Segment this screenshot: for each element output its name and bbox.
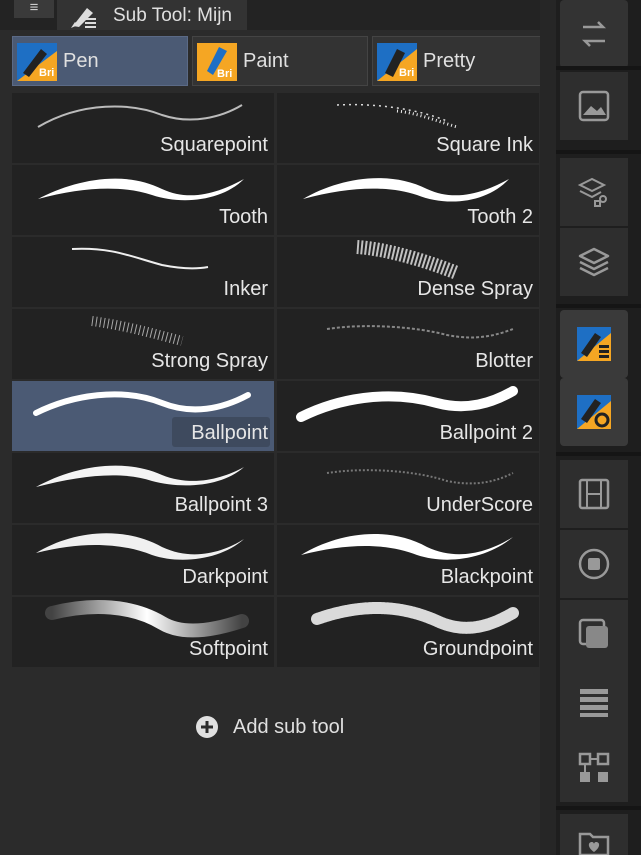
subtool-label: Strong Spray: [151, 350, 268, 372]
layer-list-icon: [580, 689, 608, 717]
pretty-group-icon: Bri: [377, 43, 417, 81]
subtool-panel-icon: [577, 327, 611, 361]
subtool-ballpoint-2[interactable]: Ballpoint 2: [277, 381, 539, 451]
pen-nib-icon: [71, 8, 96, 28]
swap-button[interactable]: [560, 0, 628, 68]
subtool-label: Groundpoint: [422, 638, 533, 660]
navigator-image-icon: [578, 90, 610, 122]
subtool-darkpoint[interactable]: Darkpoint: [12, 525, 274, 595]
color-slider-button[interactable]: [560, 600, 628, 668]
dock-separator: [556, 806, 641, 810]
layer-property-button[interactable]: [560, 158, 628, 226]
node-tree-icon: [578, 752, 610, 782]
layers-button[interactable]: [560, 228, 628, 296]
animation-filmstrip-icon: [578, 478, 610, 510]
group-label-paint: Paint: [243, 50, 289, 72]
subtool-tooth[interactable]: Tooth: [12, 165, 274, 235]
animation-button[interactable]: [560, 460, 628, 528]
subtool-blotter[interactable]: Blotter: [277, 309, 539, 379]
paint-group-icon: Bri: [197, 43, 237, 81]
subtool-dense-spray[interactable]: Dense Spray: [277, 237, 539, 307]
subtool-label: Softpoint: [189, 638, 268, 660]
subtool-label: Square Ink: [436, 134, 533, 156]
subtool-label: UnderScore: [426, 494, 533, 516]
panel-scrollbar[interactable]: [540, 0, 556, 855]
subtool-label: Inker: [223, 278, 268, 300]
subtool-groundpoint[interactable]: Groundpoint: [277, 597, 539, 667]
subtool-title-tab[interactable]: Sub Tool: Mijn: [57, 0, 247, 30]
dock-separator: [556, 452, 641, 456]
dock-separator: [556, 304, 641, 308]
color-wheel-button[interactable]: [560, 530, 628, 598]
group-tab-pen[interactable]: Bri Pen: [12, 36, 188, 86]
subtool-inker[interactable]: Inker: [12, 237, 274, 307]
node-tree-button[interactable]: [560, 734, 628, 802]
dock-separator: [556, 66, 641, 70]
subtool-ballpoint[interactable]: Ballpoint: [12, 381, 274, 451]
layers-icon: [578, 247, 610, 277]
subtool-underscore[interactable]: UnderScore: [277, 453, 539, 523]
subtool-label: Squarepoint: [160, 134, 268, 156]
color-circle-icon: [578, 548, 610, 580]
subtool-label: Ballpoint: [191, 422, 268, 444]
add-subtool-label: Add sub tool: [233, 716, 345, 738]
plus-circle-icon: [196, 716, 218, 738]
svg-text:Bri: Bri: [399, 67, 414, 79]
subtool-label: Tooth: [219, 206, 268, 228]
subtool-ballpoint-3[interactable]: Ballpoint 3: [12, 453, 274, 523]
pen-group-icon: Bri: [17, 43, 57, 81]
subtool-label: Blotter: [475, 350, 533, 372]
subtool-label: Ballpoint 3: [174, 494, 268, 516]
panel-titlebar: ≡ Sub Tool: Mijn: [0, 0, 556, 30]
material-button[interactable]: [560, 814, 628, 855]
panel-menu-button[interactable]: ≡: [14, 0, 54, 18]
color-square-icon: [578, 618, 608, 648]
svg-text:Bri: Bri: [39, 67, 54, 79]
subtool-panel-button[interactable]: [560, 310, 628, 378]
subtool-panel: ≡ Sub Tool: Mijn Bri Pen Bri Paint Bri P…: [0, 0, 556, 855]
subtool-squarepoint[interactable]: Squarepoint: [12, 93, 274, 163]
group-label-pretty: Pretty: [423, 50, 476, 72]
subtool-label: Dense Spray: [417, 278, 533, 300]
panel-title: Sub Tool: Mijn: [113, 5, 232, 26]
subtool-label: Ballpoint 2: [439, 422, 533, 444]
layer-property-icon: [577, 177, 607, 207]
right-dock: [556, 0, 641, 855]
subtool-label: Tooth 2: [467, 206, 533, 228]
swap-arrows-icon: [581, 21, 607, 47]
navigator-button[interactable]: [560, 72, 628, 140]
group-tab-pretty[interactable]: Bri Pretty: [372, 36, 548, 86]
subtool-label: Blackpoint: [440, 566, 533, 588]
tool-property-icon: [577, 395, 611, 429]
dock-separator: [556, 150, 641, 154]
subtool-softpoint[interactable]: Softpoint: [12, 597, 274, 667]
svg-text:Bri: Bri: [217, 68, 232, 80]
material-folder-icon: [578, 832, 610, 855]
subtool-label: Darkpoint: [182, 566, 268, 588]
layer-list-button[interactable]: [560, 668, 628, 736]
subtool-blackpoint[interactable]: Blackpoint: [277, 525, 539, 595]
subtool-strong-spray[interactable]: Strong Spray: [12, 309, 274, 379]
tool-property-button[interactable]: [560, 378, 628, 446]
group-label-pen: Pen: [63, 50, 99, 72]
group-tab-paint[interactable]: Bri Paint: [192, 36, 368, 86]
subtool-tooth-2[interactable]: Tooth 2: [277, 165, 539, 235]
subtool-groups: Bri Pen Bri Paint Bri Pretty: [12, 36, 552, 88]
subtool-square-ink[interactable]: Square Ink: [277, 93, 539, 163]
